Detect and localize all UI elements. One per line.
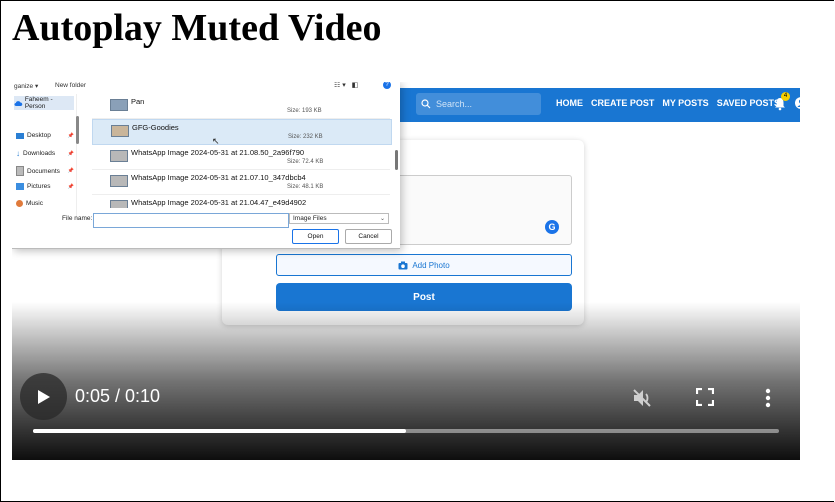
file-row[interactable]: WhatsApp Image 2024-05-31 at 21.08.50_2a… (92, 145, 390, 170)
nav-create-post[interactable]: CREATE POST (591, 98, 654, 108)
quick-item-documents[interactable]: Documents 📌 (16, 166, 74, 176)
file-row[interactable]: WhatsApp Image 2024-05-31 at 21.04.47_e4… (92, 195, 390, 208)
view-options-icon[interactable]: ☷ ▾ ◧ (334, 82, 358, 89)
muted-volume-icon[interactable] (631, 387, 653, 409)
image-thumbnail (110, 175, 128, 187)
image-thumbnail (110, 200, 128, 208)
camera-icon (398, 261, 408, 269)
progress-track[interactable] (33, 429, 779, 433)
quick-home[interactable]: Faheem - Person (14, 96, 74, 110)
play-icon (37, 389, 50, 404)
add-photo-button[interactable]: Add Photo (276, 254, 572, 276)
nav-my-posts[interactable]: MY POSTS (662, 98, 708, 108)
image-thumbnail (111, 125, 129, 137)
controls-gradient (12, 302, 800, 460)
quick-item-music[interactable]: Music (16, 200, 74, 207)
open-button[interactable]: Open (292, 229, 339, 244)
mouse-cursor-icon: ↖ (212, 136, 220, 146)
file-row[interactable]: WhatsApp Image 2024-05-31 at 21.07.10_34… (92, 170, 390, 195)
music-icon (16, 200, 23, 207)
add-photo-label: Add Photo (412, 260, 450, 270)
search-icon (421, 99, 431, 109)
image-thumbnail (110, 150, 128, 162)
fullscreen-icon[interactable] (696, 388, 714, 406)
app-navbar: Search... HOME CREATE POST MY POSTS SAVE… (400, 88, 800, 122)
document-icon (16, 166, 24, 176)
progress-fill (33, 429, 406, 433)
cloud-icon (14, 101, 23, 106)
grammarly-icon[interactable]: G (545, 220, 559, 234)
pictures-icon (16, 183, 24, 190)
chevron-down-icon: ⌄ (379, 216, 385, 222)
search-placeholder: Search... (436, 99, 473, 109)
nav-home[interactable]: HOME (556, 98, 583, 108)
organize-menu[interactable]: ganize ▾ (14, 82, 38, 90)
pin-icon: 📌 (67, 168, 74, 174)
image-thumbnail (110, 99, 128, 111)
cancel-button[interactable]: Cancel (345, 229, 392, 244)
download-icon: ↓ (16, 149, 20, 158)
nav-saved-posts[interactable]: SAVED POSTS (717, 98, 780, 108)
file-name-input[interactable] (93, 213, 289, 228)
video-player[interactable]: Search... HOME CREATE POST MY POSTS SAVE… (12, 82, 800, 460)
new-folder-button[interactable]: New folder (55, 82, 86, 89)
dialog-toolbar: ganize ▾ New folder ☷ ▾ ◧ ? (12, 82, 400, 92)
help-icon[interactable]: ? (383, 82, 391, 89)
file-name-label: File name: (62, 215, 93, 222)
play-button[interactable] (20, 373, 67, 420)
file-row-selected[interactable]: GFG-Goodies Size: 232 KB (92, 119, 392, 145)
desktop-icon (16, 132, 24, 139)
file-list-scrollbar[interactable] (395, 150, 398, 170)
pin-icon: 📌 (67, 150, 74, 157)
file-row[interactable]: Pan Size: 193 KB (92, 94, 390, 119)
quick-item-pictures[interactable]: Pictures 📌 (16, 183, 74, 190)
account-icon[interactable] (795, 97, 800, 109)
more-options-icon[interactable] (763, 387, 773, 409)
notification-badge: 4 (781, 92, 790, 101)
quick-home-label: Faheem - Person (24, 96, 53, 110)
search-box[interactable]: Search... (416, 93, 541, 115)
pin-icon: 📌 (67, 132, 74, 139)
quick-item-desktop[interactable]: Desktop 📌 (16, 132, 74, 139)
pin-icon: 📌 (67, 183, 74, 190)
quick-access-pane: Faheem - Person Desktop 📌 ↓ Downloads 📌 Do… (12, 94, 77, 219)
page-title: Autoplay Muted Video (12, 7, 382, 49)
nav-links: HOME CREATE POST MY POSTS SAVED POSTS (556, 98, 780, 108)
quick-scrollbar[interactable] (76, 116, 79, 144)
file-type-select[interactable]: Image Files ⌄ (289, 213, 389, 224)
time-display: 0:05 / 0:10 (75, 386, 161, 406)
file-list: Pan Size: 193 KB GFG-Goodies Size: 232 K… (92, 94, 392, 208)
file-open-dialog: ganize ▾ New folder ☷ ▾ ◧ ? Faheem - Per… (12, 82, 400, 249)
quick-item-downloads[interactable]: ↓ Downloads 📌 (16, 149, 74, 158)
